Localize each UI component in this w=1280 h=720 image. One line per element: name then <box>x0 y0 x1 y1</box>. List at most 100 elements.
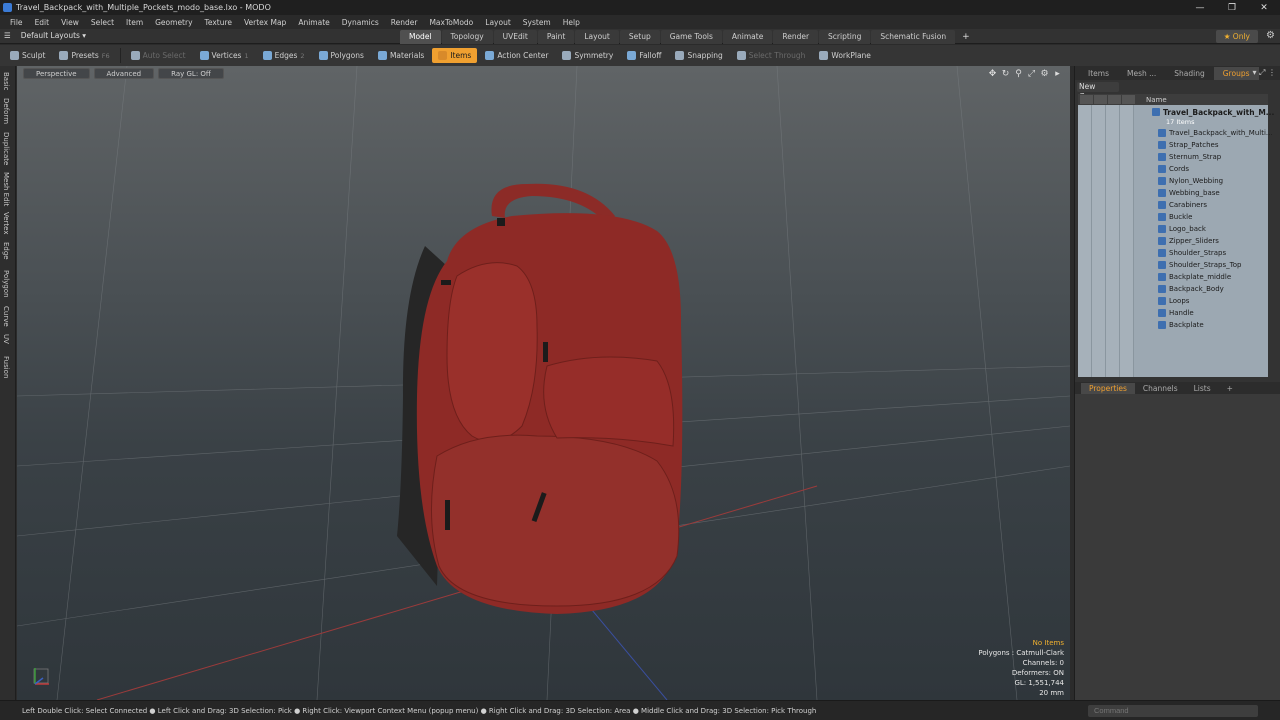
gear-icon[interactable]: ⚙ <box>1266 30 1275 41</box>
tab-scripting[interactable]: Scripting <box>819 30 871 44</box>
tab-polygon[interactable]: Polygon <box>2 270 10 298</box>
maximize-button[interactable]: ❐ <box>1216 0 1248 15</box>
move-view-icon[interactable]: ✥ <box>988 69 997 79</box>
tree-item[interactable]: Travel_Backpack_with_Multi... <box>1158 127 1273 139</box>
select-through-button[interactable]: Select Through <box>731 48 812 63</box>
new-group-button[interactable]: New Group <box>1077 82 1119 101</box>
tree-item[interactable]: Shoulder_Straps <box>1158 247 1226 259</box>
symmetry-button[interactable]: Symmetry <box>556 48 619 63</box>
select-column-icon[interactable] <box>1122 95 1135 104</box>
tab-model[interactable]: Model <box>400 30 441 44</box>
tab-layout[interactable]: Layout <box>575 30 619 44</box>
tab-edge[interactable]: Edge <box>2 242 10 260</box>
menu-help[interactable]: Help <box>557 18 586 27</box>
settings-view-icon[interactable]: ⚙ <box>1040 69 1049 79</box>
tab-mesh[interactable]: Mesh ... <box>1118 67 1165 80</box>
expand-view-icon[interactable]: ▸ <box>1053 69 1062 79</box>
workplane-button[interactable]: WorkPlane <box>813 48 877 63</box>
tab-lists[interactable]: Lists <box>1186 383 1219 394</box>
lock-column-icon[interactable] <box>1108 95 1121 104</box>
name-column-header[interactable]: Name <box>1140 96 1167 104</box>
tab-game-tools[interactable]: Game Tools <box>660 30 722 44</box>
sculpt-button[interactable]: Sculpt <box>4 48 51 63</box>
menu-select[interactable]: Select <box>85 18 120 27</box>
menu-texture[interactable]: Texture <box>199 18 238 27</box>
layout-menu-icon[interactable]: ☰ <box>4 31 11 40</box>
only-toggle[interactable]: ★ Only <box>1215 30 1258 43</box>
add-panel-tab-button[interactable]: + <box>1219 383 1241 394</box>
tab-basic[interactable]: Basic <box>2 72 10 91</box>
tree-item[interactable]: Handle <box>1158 307 1194 319</box>
tab-uvedit[interactable]: UVEdit <box>493 30 537 44</box>
fit-view-icon[interactable]: ⤢ <box>1027 69 1036 79</box>
tab-uv[interactable]: UV <box>2 334 10 344</box>
zoom-view-icon[interactable]: ⚲ <box>1014 69 1023 79</box>
tree-item[interactable]: Backplate <box>1158 319 1204 331</box>
tab-vertex[interactable]: Vertex <box>2 212 10 235</box>
tree-item[interactable]: Nylon_Webbing <box>1158 175 1223 187</box>
tab-paint[interactable]: Paint <box>537 30 575 44</box>
tree-item[interactable]: Backpack_Body <box>1158 283 1224 295</box>
vertices-button[interactable]: Vertices 1 <box>194 48 255 63</box>
3d-viewport[interactable]: Perspective Advanced Ray GL: Off ✥ ↻ ⚲ ⤢… <box>17 66 1070 700</box>
snapping-button[interactable]: Snapping <box>669 48 728 63</box>
visibility-column-icon[interactable] <box>1080 95 1093 104</box>
auto-select-button[interactable]: Auto Select <box>125 48 192 63</box>
menu-item[interactable]: Item <box>120 18 149 27</box>
tab-items[interactable]: Items <box>1079 67 1118 80</box>
falloff-button[interactable]: Falloff <box>621 48 667 63</box>
menu-maxtomodo[interactable]: MaxToModo <box>423 18 479 27</box>
tab-curve[interactable]: Curve <box>2 306 10 327</box>
tree-item[interactable]: Loops <box>1158 295 1189 307</box>
tab-properties[interactable]: Properties <box>1081 382 1135 394</box>
presets-button[interactable]: Presets F6 <box>53 48 115 63</box>
tree-item[interactable]: Strap_Patches <box>1158 139 1218 151</box>
items-button[interactable]: Items <box>432 48 478 63</box>
tree-item[interactable]: Carabiners <box>1158 199 1207 211</box>
rotate-view-icon[interactable]: ↻ <box>1001 69 1010 79</box>
tab-animate[interactable]: Animate <box>722 30 773 44</box>
default-layouts-dropdown[interactable]: Default Layouts ▾ <box>21 31 86 40</box>
action-center-button[interactable]: Action Center <box>479 48 554 63</box>
tree-item[interactable]: Backplate_middle <box>1158 271 1231 283</box>
tab-schematic-fusion[interactable]: Schematic Fusion <box>871 30 956 44</box>
menu-view[interactable]: View <box>55 18 85 27</box>
menu-dynamics[interactable]: Dynamics <box>336 18 385 27</box>
minimize-button[interactable]: — <box>1184 0 1216 15</box>
tab-duplicate[interactable]: Duplicate <box>2 132 10 165</box>
tab-setup[interactable]: Setup <box>619 30 660 44</box>
materials-button[interactable]: Materials <box>372 48 430 63</box>
tree-item[interactable]: Zipper_Sliders <box>1158 235 1219 247</box>
edges-button[interactable]: Edges 2 <box>257 48 311 63</box>
tree-item[interactable]: Buckle <box>1158 211 1192 223</box>
menu-system[interactable]: System <box>517 18 557 27</box>
menu-layout[interactable]: Layout <box>479 18 517 27</box>
view-advanced-button[interactable]: Advanced <box>93 68 155 79</box>
panel-options-icon[interactable]: ▾ ⤢ ⋮ <box>1252 68 1276 78</box>
tab-shading[interactable]: Shading <box>1165 67 1213 80</box>
menu-render[interactable]: Render <box>385 18 424 27</box>
menu-animate[interactable]: Animate <box>292 18 335 27</box>
tree-item[interactable]: Webbing_base <box>1158 187 1220 199</box>
menu-vertex-map[interactable]: Vertex Map <box>238 18 292 27</box>
tab-fusion[interactable]: Fusion <box>2 356 10 378</box>
view-perspective-button[interactable]: Perspective <box>23 68 90 79</box>
tree-item[interactable]: Logo_back <box>1158 223 1206 235</box>
tab-mesh-edit[interactable]: Mesh Edit <box>2 172 10 206</box>
tree-item[interactable]: Cords <box>1158 163 1189 175</box>
menu-geometry[interactable]: Geometry <box>149 18 198 27</box>
tree-item[interactable]: Shoulder_Straps_Top <box>1158 259 1241 271</box>
tree-item[interactable]: Sternum_Strap <box>1158 151 1221 163</box>
menu-file[interactable]: File <box>4 18 29 27</box>
ray-gl-button[interactable]: Ray GL: Off <box>158 68 224 79</box>
add-tab-button[interactable]: + <box>956 30 976 44</box>
menu-edit[interactable]: Edit <box>29 18 56 27</box>
command-input[interactable] <box>1088 705 1258 717</box>
polygons-button[interactable]: Polygons <box>313 48 370 63</box>
render-column-icon[interactable] <box>1094 95 1107 104</box>
close-button[interactable]: ✕ <box>1248 0 1280 15</box>
tab-topology[interactable]: Topology <box>441 30 493 44</box>
tab-channels[interactable]: Channels <box>1135 383 1186 394</box>
tab-render[interactable]: Render <box>773 30 819 44</box>
tab-deform[interactable]: Deform <box>2 98 10 124</box>
